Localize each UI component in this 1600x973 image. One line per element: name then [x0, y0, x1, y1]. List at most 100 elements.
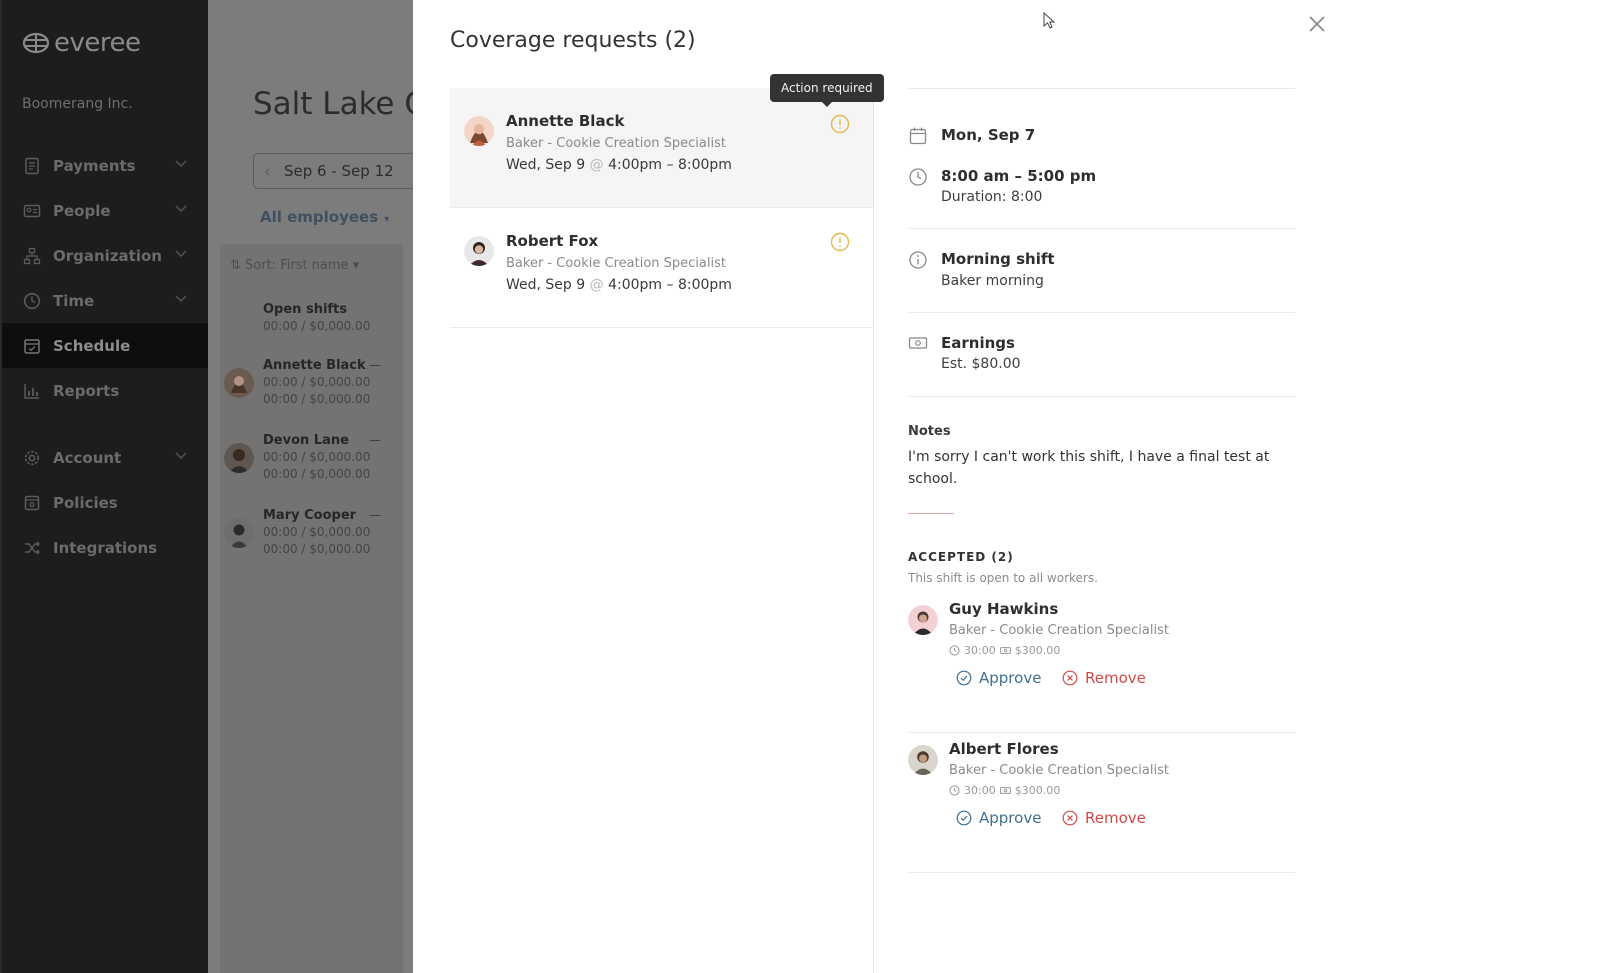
sort-icon: ⇅	[230, 258, 246, 273]
remove-button[interactable]: Remove	[1062, 669, 1146, 687]
remove-button[interactable]: Remove	[1062, 809, 1146, 827]
everee-logo-icon	[22, 32, 50, 54]
sidebar-item-label: Schedule	[53, 336, 131, 355]
sidebar-item-policies[interactable]: Policies	[2, 480, 210, 525]
divider	[908, 396, 1295, 397]
x-circle-icon	[1062, 670, 1078, 686]
sidebar-item-reports[interactable]: Reports	[2, 368, 210, 413]
sidebar-item-label: Payments	[53, 156, 136, 175]
accepted-worker: Guy Hawkins Baker - Cookie Creation Spec…	[908, 593, 1295, 733]
divider	[908, 228, 1295, 229]
roster-row-hours: 00:00 / $0,000.00	[263, 467, 371, 481]
shuffle-icon	[22, 538, 42, 558]
worker-meta: 30:00 $300.00	[949, 784, 1060, 797]
worker-meta: 30:00 $300.00	[949, 644, 1060, 657]
roster-row-hours: 00:00 / $0,000.00	[263, 375, 371, 389]
date-range-label: Sep 6 - Sep 12	[284, 162, 394, 180]
detail-divider	[908, 88, 1295, 89]
close-icon[interactable]	[1305, 12, 1329, 36]
requester-name: Annette Black	[506, 112, 625, 130]
calendar-icon	[909, 127, 927, 145]
warning-icon[interactable]	[830, 114, 850, 134]
chevron-down-icon: ▾	[384, 214, 390, 225]
shift-time-range: 8:00 am – 5:00 pm	[941, 167, 1097, 185]
worker-name: Guy Hawkins	[949, 600, 1059, 618]
sidebar-item-payments[interactable]: Payments	[2, 143, 210, 188]
policy-icon	[22, 493, 42, 513]
company-name[interactable]: Boomerang Inc.	[22, 96, 133, 112]
shift-hours: 4:00pm – 8:00pm	[608, 157, 732, 173]
coverage-requests-modal: Coverage requests (2) Action required An…	[413, 0, 1600, 973]
id-card-icon	[22, 201, 42, 221]
employee-filter[interactable]: All employees ▾	[260, 208, 389, 226]
worker-name: Albert Flores	[949, 740, 1059, 758]
chevron-left-icon[interactable]: ‹	[264, 162, 270, 181]
at-symbol: @	[589, 157, 604, 173]
coverage-request-item[interactable]: Robert Fox Baker - Cookie Creation Speci…	[450, 208, 873, 328]
row-menu[interactable]: —	[369, 508, 381, 522]
sidebar-item-people[interactable]: People	[2, 188, 210, 233]
chevron-down-icon	[175, 160, 187, 168]
earnings-label: Earnings	[941, 334, 1015, 352]
coverage-request-item[interactable]: Annette Black Baker - Cookie Creation Sp…	[450, 88, 873, 208]
roster-row-name: Open shifts	[263, 302, 348, 317]
notes-label: Notes	[908, 424, 951, 439]
approve-button[interactable]: Approve	[956, 809, 1041, 827]
worker-role: Baker - Cookie Creation Specialist	[949, 623, 1169, 638]
sidebar-item-label: Organization	[53, 246, 162, 265]
shift-time: Wed, Sep 9 @ 4:00pm – 8:00pm	[506, 277, 732, 293]
chevron-down-icon	[175, 205, 187, 213]
worker-pay: $300.00	[1014, 644, 1061, 657]
row-menu[interactable]: —	[369, 358, 381, 372]
requester-role: Baker - Cookie Creation Specialist	[506, 256, 726, 271]
worker-hours: 30:00	[964, 784, 996, 797]
worker-role: Baker - Cookie Creation Specialist	[949, 763, 1169, 778]
clock-icon	[909, 168, 927, 186]
roster-row-hours: 00:00 / $0,000.00	[263, 450, 371, 464]
accepted-header: ACCEPTED (2)	[908, 550, 1014, 564]
shift-day: Wed, Sep 9	[506, 157, 586, 173]
row-menu[interactable]: —	[369, 433, 381, 447]
sidebar-item-time[interactable]: Time	[2, 278, 210, 323]
everee-logo[interactable]: everee	[22, 28, 141, 58]
shift-duration: Duration: 8:00	[941, 189, 1043, 205]
avatar	[224, 518, 254, 548]
date-range-picker[interactable]: ‹ Sep 6 - Sep 12	[253, 153, 413, 189]
roster-row-hours: 00:00 / $0,000.00	[263, 542, 371, 556]
sort-dropdown[interactable]: ⇅ Sort: First name ▾	[230, 258, 359, 273]
x-circle-icon	[1062, 810, 1078, 826]
shift-date: Mon, Sep 7	[941, 126, 1036, 144]
money-icon	[999, 787, 1011, 794]
roster-row-name: Devon Lane	[263, 433, 349, 448]
bar-chart-icon	[22, 381, 42, 401]
earnings-value: Est. $80.00	[941, 356, 1021, 372]
shift-day: Wed, Sep 9	[506, 277, 586, 293]
divider	[908, 513, 954, 514]
avatar	[908, 605, 938, 635]
money-icon	[999, 647, 1011, 654]
sidebar-item-account[interactable]: Account	[2, 435, 210, 480]
avatar	[464, 116, 494, 146]
sidebar-item-integrations[interactable]: Integrations	[2, 525, 210, 570]
worker-hours: 30:00	[964, 644, 996, 657]
sidebar: everee Boomerang Inc. Payments People Or…	[0, 0, 210, 973]
sidebar-item-schedule[interactable]: Schedule	[2, 323, 210, 368]
approve-button[interactable]: Approve	[956, 669, 1041, 687]
info-icon	[909, 251, 927, 269]
avatar	[224, 368, 254, 398]
action-required-tooltip: Action required	[770, 74, 884, 107]
document-icon	[22, 156, 42, 176]
schedule-page-overlay: Salt Lake C ‹ Sep 6 - Sep 12 All employe…	[208, 0, 413, 973]
gear-icon	[22, 448, 42, 468]
mouse-cursor-icon	[1043, 12, 1056, 29]
sidebar-item-organization[interactable]: Organization	[2, 233, 210, 278]
clock-icon	[949, 785, 960, 796]
warning-icon[interactable]	[830, 232, 850, 252]
sidebar-item-label: Time	[53, 291, 95, 310]
worker-pay: $300.00	[1014, 784, 1061, 797]
logo-text: everee	[54, 28, 141, 58]
shift-hours: 4:00pm – 8:00pm	[608, 277, 732, 293]
avatar	[224, 443, 254, 473]
roster-row-name: Annette Black	[263, 358, 366, 373]
